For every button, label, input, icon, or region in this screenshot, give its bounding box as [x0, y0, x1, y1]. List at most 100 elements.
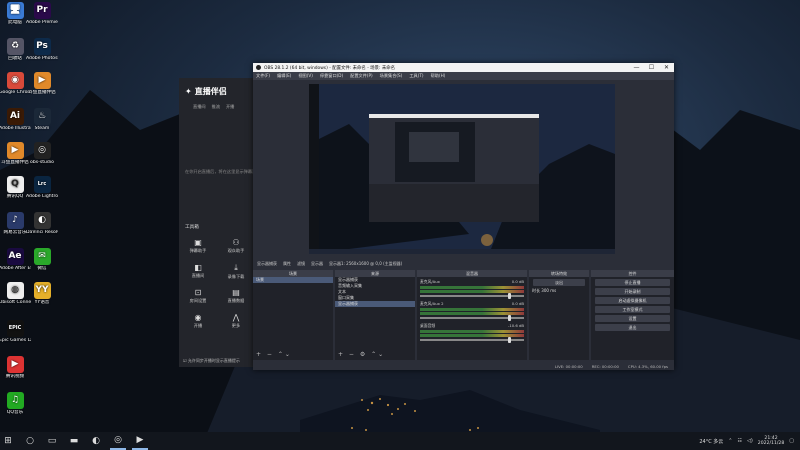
- live-app-header: ✦ 直播伴侣: [179, 78, 257, 104]
- minimize-button[interactable]: —: [629, 63, 644, 72]
- tool-item[interactable]: ⋀ 更多: [223, 313, 249, 329]
- desktop-icon-label: 腾讯视频: [5, 374, 25, 379]
- wechat-icon: ✉: [33, 248, 51, 265]
- file-explorer-icon-button[interactable]: ▬: [66, 432, 82, 450]
- tray-up-icon[interactable]: ⌃: [728, 438, 732, 444]
- volume-icon[interactable]: ◁): [747, 438, 753, 444]
- scene-dock-buttons[interactable]: + − ⌃⌄: [256, 351, 292, 358]
- volume-slider[interactable]: [420, 337, 524, 343]
- toolbar-item[interactable]: 显示器捕获: [257, 261, 277, 267]
- scene-item[interactable]: 场景: [253, 277, 333, 283]
- tool-item[interactable]: ◧ 直播间: [185, 263, 211, 279]
- mixer-channel[interactable]: 桌面音频 -10.6 dB: [420, 323, 524, 343]
- more-icon: ⋀: [232, 313, 240, 322]
- network-icon[interactable]: ☷: [738, 438, 742, 444]
- clock-date: 2022/11/28: [757, 441, 785, 446]
- desktop-icon[interactable]: ▶ 腾讯视频: [0, 356, 31, 379]
- menu-item[interactable]: 停靠窗口(D): [320, 73, 343, 79]
- desktop-icon[interactable]: YY YY语音: [26, 282, 58, 305]
- notification-icon[interactable]: ▢: [789, 438, 794, 444]
- transitions-dock[interactable]: 转场特效 淡出 时长 300 ms: [529, 270, 589, 360]
- tool-item[interactable]: ⤓ 录像下载: [223, 263, 249, 280]
- windows-start-icon-button[interactable]: ⊞: [0, 432, 16, 450]
- toolbar-item[interactable]: 属性: [283, 261, 291, 267]
- sync-broadcast-checkbox[interactable]: ☑ 允许同步开播时显示直播提示: [183, 358, 240, 364]
- desktop-icon[interactable]: PsAdobe Photosh...: [26, 38, 58, 61]
- control-button[interactable]: 停止直播: [595, 279, 670, 286]
- obs-icon-button[interactable]: ◎: [110, 432, 126, 450]
- tool-item[interactable]: ▣ 弹幕助手: [185, 238, 211, 254]
- transition-select[interactable]: 淡出: [533, 279, 585, 286]
- search-icon-button[interactable]: ○: [22, 432, 38, 450]
- music-icon: ♪: [6, 212, 24, 229]
- desktop-icon[interactable]: PrAdobe Premie...: [26, 2, 58, 25]
- live-nav-item[interactable]: 直播间: [193, 104, 206, 110]
- desktop-icon[interactable]: ✉ 微信: [26, 248, 58, 271]
- obs-preview[interactable]: [309, 84, 615, 254]
- menu-item[interactable]: 编辑(E): [277, 73, 291, 79]
- menu-item[interactable]: 视图(V): [298, 73, 313, 79]
- desktop-icon[interactable]: ◐DaVinci Resolve: [26, 212, 58, 235]
- live-app-logo-icon: ✦: [185, 86, 192, 96]
- live-app-icon-button[interactable]: ▶: [132, 432, 148, 450]
- tool-item[interactable]: ◉ 开播: [185, 313, 211, 329]
- toolbar-item[interactable]: 显示器: [311, 261, 323, 267]
- desktop-icon[interactable]: ◎ obs-studio: [26, 142, 58, 165]
- control-button[interactable]: 设置: [595, 315, 670, 322]
- control-button[interactable]: 退出: [595, 324, 670, 331]
- obs-window[interactable]: OBS 28.1.2 (64 bit, windows) - 配置文件: 未命名…: [253, 63, 674, 370]
- task-view-icon-button[interactable]: ▭: [44, 432, 60, 450]
- volume-slider[interactable]: [420, 315, 524, 321]
- desktop-icon[interactable]: ♨ Steam: [26, 108, 58, 131]
- volume-slider[interactable]: [420, 293, 524, 299]
- mixer-dock[interactable]: 混音器 麦克风/Aux 0.0 dB 麦克风/Aux 2 0.0 dB 桌面音频 -10.…: [417, 270, 527, 360]
- clock[interactable]: 21:42 2022/11/28: [758, 436, 784, 447]
- mixer-channel[interactable]: 麦克风/Aux 2 0.0 dB: [420, 301, 524, 321]
- toolbar-item[interactable]: 滤镜: [297, 261, 305, 267]
- control-button[interactable]: 开始录制: [595, 288, 670, 295]
- desktop-icon-label: Epic Games Launcher: [0, 338, 31, 343]
- control-button[interactable]: 启动虚拟摄像机: [595, 297, 670, 304]
- toolbar-item[interactable]: 显示器1: 2560x1600 @ 0,0 (主监视器): [329, 261, 402, 267]
- transition-duration[interactable]: 时长 300 ms: [529, 288, 589, 294]
- recycle-bin-icon: ♻: [6, 38, 24, 55]
- source-item[interactable]: 显示器捕获: [335, 301, 415, 307]
- live-nav-item[interactable]: 推流: [212, 104, 220, 110]
- transitions-header: 转场特效: [529, 270, 589, 277]
- tool-item[interactable]: ⊡ 房间设置: [185, 288, 211, 304]
- mixer-channel-db: 0.0 dB: [511, 301, 524, 306]
- obs-docks: 场景 场景 + − ⌃⌄ 来源 显示器捕获 音频输入采集 文本 窗口采集 显示器捕获 +…: [253, 270, 674, 360]
- desktop-icon[interactable]: ♫ QQ音乐: [0, 392, 31, 415]
- tool-item[interactable]: ⚇ 观众助手: [223, 238, 249, 254]
- edge-icon-button[interactable]: ◐: [88, 432, 104, 450]
- source-dock-buttons[interactable]: + − ⚙ ⌃⌄: [338, 351, 385, 358]
- system-tray: 24°C 多云 ⌃ ☷ ◁) 21:42 2022/11/28 ▢: [699, 432, 794, 450]
- desktop-icon-label: Steam: [34, 126, 50, 131]
- menu-item[interactable]: 文件(F): [256, 73, 270, 79]
- controls-dock[interactable]: 控件 停止直播 开始录制 启动虚拟摄像机 工作室模式 设置 退出: [591, 270, 674, 360]
- desktop-icon[interactable]: ▶ 斗鱼直播伴侣: [26, 72, 58, 95]
- volume-meter: [420, 286, 524, 289]
- scenes-dock[interactable]: 场景 场景 + − ⌃⌄: [253, 270, 333, 360]
- desktop-icon[interactable]: EPICEpic Games Launcher: [0, 320, 31, 343]
- menu-item[interactable]: 帮助(H): [431, 73, 446, 79]
- sources-dock[interactable]: 来源 显示器捕获 音频输入采集 文本 窗口采集 显示器捕获 + − ⚙ ⌃⌄: [335, 270, 415, 360]
- scenes-header: 场景: [253, 270, 333, 277]
- source-list: 显示器捕获 音频输入采集 文本 窗口采集 显示器捕获: [335, 277, 415, 307]
- search-icon: ○: [26, 436, 34, 446]
- tool-item[interactable]: ▤ 直播数据: [223, 288, 249, 304]
- maximize-button[interactable]: ☐: [644, 63, 659, 72]
- lightroom-icon: Lrc: [33, 176, 51, 193]
- tool-label: 房间设置: [189, 298, 207, 303]
- close-button[interactable]: ✕: [659, 63, 674, 72]
- live-companion-window[interactable]: ✦ 直播伴侣 直播间 推流 开播 在你开启直播后，将在这里显示弹幕消息 工具箱 ▣ 弹…: [179, 78, 260, 367]
- control-button[interactable]: 工作室模式: [595, 306, 670, 313]
- menu-item[interactable]: 场景集合(S): [380, 73, 403, 79]
- mixer-channel[interactable]: 麦克风/Aux 0.0 dB: [420, 279, 524, 299]
- menu-item[interactable]: 配置文件(P): [350, 73, 373, 79]
- weather-widget[interactable]: 24°C 多云: [699, 438, 723, 445]
- data-icon: ▤: [232, 288, 240, 297]
- menu-item[interactable]: 工具(T): [409, 73, 423, 79]
- live-nav-item[interactable]: 开播: [226, 104, 234, 110]
- desktop-icon[interactable]: LrcAdobe Lightroo...: [26, 176, 58, 199]
